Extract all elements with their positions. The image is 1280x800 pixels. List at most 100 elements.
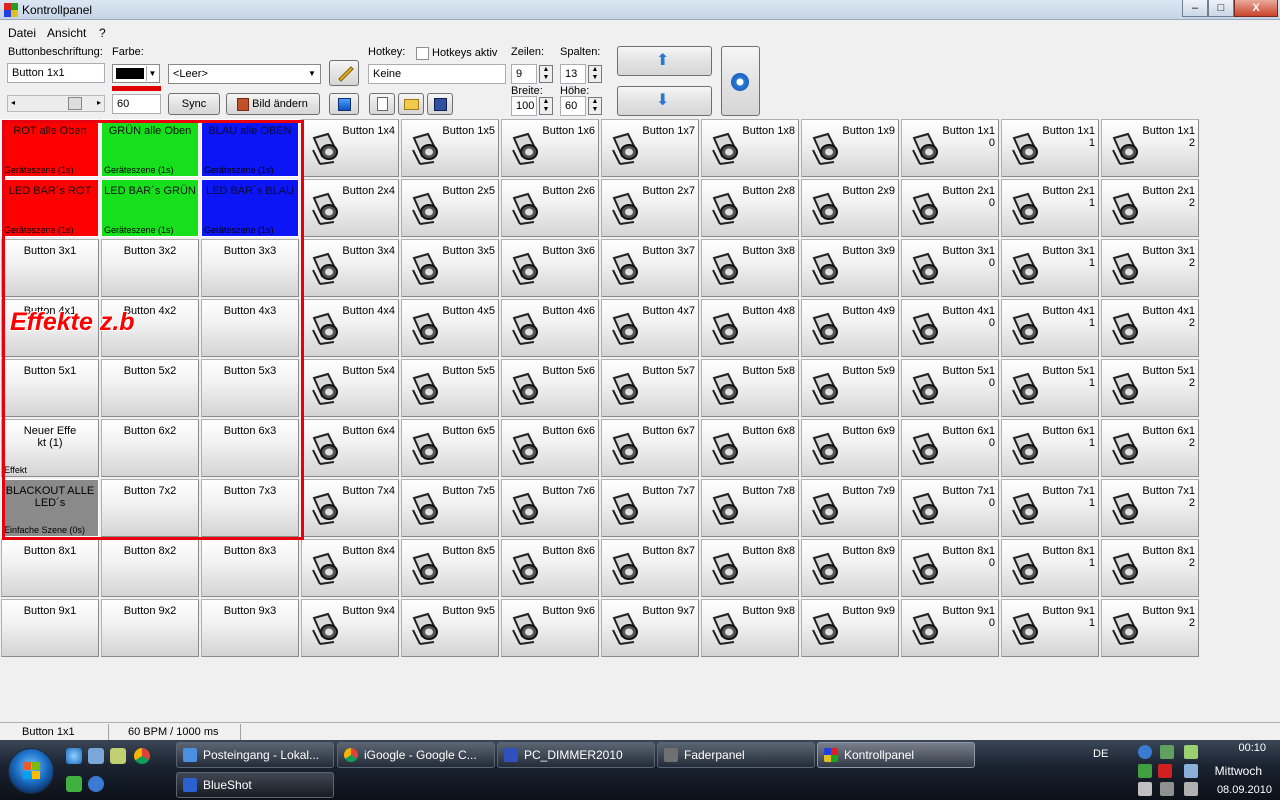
grid-button[interactable]: Button 3x1 2 [1101, 239, 1199, 297]
grid-button[interactable]: ROT alle Oben Geräteszene (1s) [1, 119, 99, 177]
grid-button[interactable]: Button 2x7 [601, 179, 699, 237]
task-pc-dimmer[interactable]: PC_DIMMER2010 [497, 742, 655, 768]
grid-button[interactable]: Button 9x1 [1, 599, 99, 657]
task-kontrollpanel[interactable]: Kontrollpanel [817, 742, 975, 768]
sync-button[interactable]: Sync [168, 93, 220, 115]
menu-datei[interactable]: Datei [8, 26, 36, 40]
menu-help[interactable]: ? [99, 26, 106, 40]
grid-button[interactable]: Button 3x1 [1, 239, 99, 297]
grid-button[interactable]: Button 6x3 [201, 419, 299, 477]
antivirus-icon[interactable] [1158, 764, 1172, 778]
tray-monitor-icon[interactable] [1138, 764, 1152, 778]
grid-button[interactable]: Button 2x1 1 [1001, 179, 1099, 237]
grid-button[interactable]: Button 6x2 [101, 419, 199, 477]
grid-button[interactable]: Button 4x1 1 [1001, 299, 1099, 357]
grid-button[interactable]: Button 2x8 [701, 179, 799, 237]
number-input[interactable]: 60 [112, 94, 161, 114]
ie-icon[interactable] [66, 748, 82, 764]
grid-button[interactable]: Button 3x3 [201, 239, 299, 297]
grid-button[interactable]: Button 9x9 [801, 599, 899, 657]
grid-button[interactable]: Button 1x1 1 [1001, 119, 1099, 177]
edit-button[interactable] [329, 60, 359, 86]
caption-scrollbar[interactable]: ◂ ▸ [7, 95, 105, 112]
grid-button[interactable]: Button 6x9 [801, 419, 899, 477]
grid-button[interactable]: Button 3x8 [701, 239, 799, 297]
grid-button[interactable]: Button 3x9 [801, 239, 899, 297]
grid-button[interactable]: Button 6x1 2 [1101, 419, 1199, 477]
grid-button[interactable]: Button 9x8 [701, 599, 799, 657]
grid-button[interactable]: Button 5x1 1 [1001, 359, 1099, 417]
rows-input[interactable]: 9 [511, 64, 537, 84]
grid-button[interactable]: Button 7x3 [201, 479, 299, 537]
grid-button[interactable]: Button 4x6 [501, 299, 599, 357]
grid-button[interactable]: Button 9x4 [301, 599, 399, 657]
grid-button[interactable]: Button 8x7 [601, 539, 699, 597]
grid-button[interactable]: Button 7x1 0 [901, 479, 999, 537]
grid-button[interactable]: Button 3x2 [101, 239, 199, 297]
grid-button[interactable]: Button 4x4 [301, 299, 399, 357]
grid-button[interactable]: Button 5x6 [501, 359, 599, 417]
grid-button[interactable]: Button 5x7 [601, 359, 699, 417]
grid-button[interactable]: Button 5x1 2 [1101, 359, 1199, 417]
grid-button[interactable]: Button 2x1 0 [901, 179, 999, 237]
grid-button[interactable]: Button 6x6 [501, 419, 599, 477]
grid-button[interactable]: Button 7x6 [501, 479, 599, 537]
volume-icon[interactable] [1138, 782, 1152, 796]
grid-button[interactable]: Button 1x5 [401, 119, 499, 177]
grid-button[interactable]: BLAU alle OBEN Geräteszene (1s) [201, 119, 299, 177]
grid-button[interactable]: Button 6x7 [601, 419, 699, 477]
grid-button[interactable]: Button 1x1 2 [1101, 119, 1199, 177]
chevron-down-icon[interactable]: ▼ [305, 66, 319, 82]
height-input[interactable]: 60 [560, 96, 586, 116]
grid-button[interactable]: Button 4x1 0 [901, 299, 999, 357]
grid-button[interactable]: Button 1x7 [601, 119, 699, 177]
grid-button[interactable]: Button 8x1 1 [1001, 539, 1099, 597]
grid-button[interactable]: Button 8x5 [401, 539, 499, 597]
hotkeys-checkbox[interactable] [416, 47, 429, 60]
grid-button[interactable]: Button 8x9 [801, 539, 899, 597]
grid-button[interactable]: Button 3x1 1 [1001, 239, 1099, 297]
minimize-button[interactable]: ‒ [1182, 0, 1208, 17]
tray-app-icon[interactable] [1160, 745, 1174, 759]
grid-button[interactable]: Button 5x9 [801, 359, 899, 417]
task-faderpanel[interactable]: Faderpanel [657, 742, 815, 768]
show-desktop-icon[interactable] [88, 748, 104, 764]
scroll-right-icon[interactable]: ▸ [97, 98, 101, 107]
grid-button[interactable]: Button 2x4 [301, 179, 399, 237]
move-down-button[interactable]: ⬇ [617, 86, 712, 116]
grid-button[interactable]: Button 2x6 [501, 179, 599, 237]
cols-stepper[interactable]: ▲ ▼ [588, 65, 602, 83]
chevron-down-icon[interactable]: ▼ [146, 66, 158, 81]
hotkey-input[interactable]: Keine [368, 64, 506, 84]
close-button[interactable]: X [1234, 0, 1278, 17]
grid-button[interactable]: Button 2x5 [401, 179, 499, 237]
change-image-button[interactable]: Bild ändern [226, 93, 320, 115]
move-up-button[interactable]: ⬆ [617, 46, 712, 76]
task-posteingang[interactable]: Posteingang - Lokal... [176, 742, 334, 768]
refresh-button[interactable] [721, 46, 760, 116]
grid-button[interactable]: Button 9x1 0 [901, 599, 999, 657]
grid-button[interactable]: Button 1x1 0 [901, 119, 999, 177]
cols-input[interactable]: 13 [560, 64, 586, 84]
grid-button[interactable]: Button 9x1 2 [1101, 599, 1199, 657]
grid-button[interactable]: Button 7x9 [801, 479, 899, 537]
grid-button[interactable]: Button 4x5 [401, 299, 499, 357]
grid-button[interactable]: Button 7x2 [101, 479, 199, 537]
grid-button[interactable]: BLACKOUT ALLE LED´s Einfache Szene (0s) [1, 479, 99, 537]
grid-button[interactable]: Button 8x6 [501, 539, 599, 597]
grid-button[interactable]: Button 9x1 1 [1001, 599, 1099, 657]
grid-button[interactable]: Button 8x3 [201, 539, 299, 597]
grid-button[interactable]: Button 5x3 [201, 359, 299, 417]
clock-time[interactable]: 00:10 [1238, 742, 1266, 754]
start-button[interactable] [8, 748, 54, 794]
grid-button[interactable]: Button 1x6 [501, 119, 599, 177]
grid-button[interactable]: Button 4x1 2 [1101, 299, 1199, 357]
width-input[interactable]: 100 [511, 96, 537, 116]
grid-button[interactable]: Button 4x8 [701, 299, 799, 357]
quicklaunch-icon[interactable] [66, 776, 82, 792]
grid-button[interactable]: Button 8x2 [101, 539, 199, 597]
grid-button[interactable]: Button 7x1 1 [1001, 479, 1099, 537]
grid-button[interactable]: Button 8x8 [701, 539, 799, 597]
grid-button[interactable]: Button 2x9 [801, 179, 899, 237]
grid-button[interactable]: Button 9x2 [101, 599, 199, 657]
